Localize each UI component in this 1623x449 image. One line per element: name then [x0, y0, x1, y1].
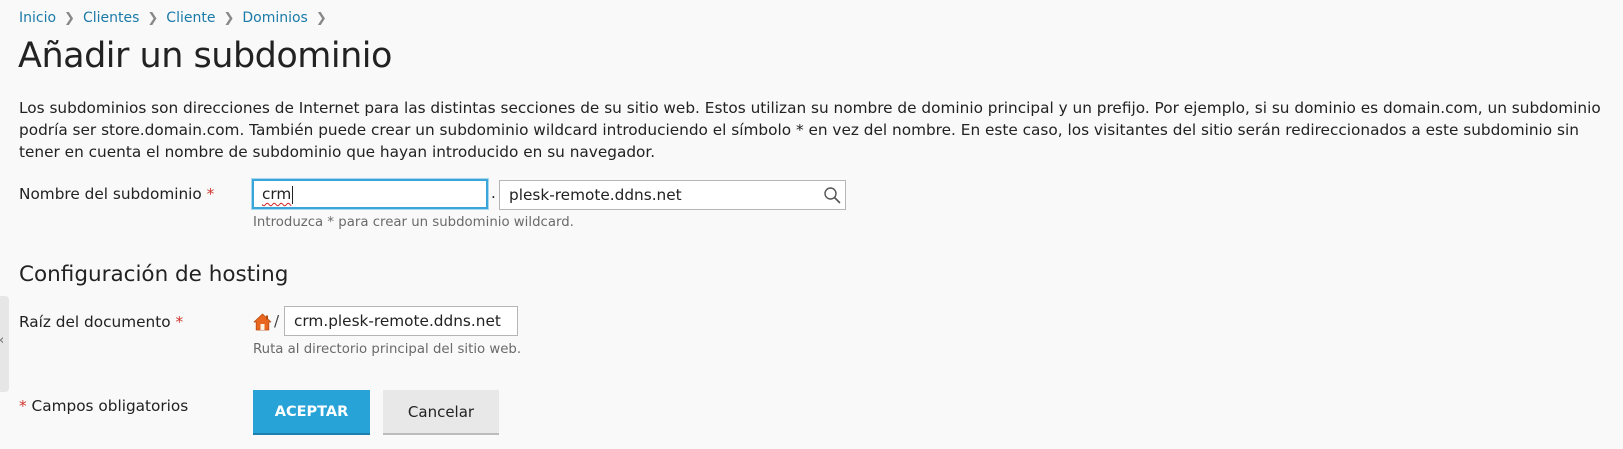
breadcrumb-item-clientes[interactable]: Clientes [83, 10, 139, 26]
breadcrumb-item-inicio[interactable]: Inicio [19, 10, 56, 26]
docroot-label: Raíz del documento * [19, 313, 183, 331]
cancel-button[interactable]: Cancelar [383, 390, 499, 433]
docroot-label-text: Raíz del documento [19, 313, 171, 331]
required-fields-note: * Campos obligatorios [19, 397, 188, 415]
required-fields-note-text: Campos obligatorios [31, 397, 189, 415]
docroot-hint: Ruta al directorio principal del sitio w… [253, 342, 522, 357]
parent-domain-select[interactable]: plesk-remote.ddns.net [499, 180, 846, 210]
chevron-right-icon: ❯ [147, 11, 159, 26]
page-description: Los subdominios son direcciones de Inter… [19, 99, 1601, 161]
required-marker: * [19, 397, 27, 415]
path-separator: / [274, 312, 280, 330]
required-marker: * [175, 313, 184, 331]
home-icon [253, 313, 272, 331]
docroot-input[interactable]: crm.plesk-remote.ddns.net [284, 306, 518, 336]
chevron-right-icon: ❯ [315, 11, 327, 26]
page: ‹ Inicio ❯ Clientes ❯ Cliente ❯ Dominios ❯ Añad… [0, 0, 1623, 449]
search-icon[interactable] [823, 186, 841, 204]
text-cursor [292, 185, 294, 204]
chevron-left-icon: ‹ [0, 333, 4, 348]
required-marker: * [206, 185, 215, 203]
subdomain-name-input[interactable]: crm [252, 179, 488, 209]
subdomain-name-label-text: Nombre del subdominio [19, 185, 202, 203]
subdomain-name-value: crm [262, 185, 292, 203]
chevron-right-icon: ❯ [64, 11, 75, 26]
chevron-right-icon: ❯ [223, 11, 235, 26]
sidebar-collapse-handle[interactable]: ‹ [0, 296, 9, 392]
breadcrumb-item-dominios[interactable]: Dominios [242, 10, 308, 26]
parent-domain-value: plesk-remote.ddns.net [509, 186, 682, 204]
subdomain-name-label: Nombre del subdominio * [19, 185, 214, 203]
hosting-section-title: Configuración de hosting [19, 262, 289, 287]
breadcrumb-item-cliente[interactable]: Cliente [166, 10, 215, 26]
page-title: Añadir un subdominio [18, 36, 392, 76]
breadcrumb: Inicio ❯ Clientes ❯ Cliente ❯ Dominios ❯ [19, 10, 335, 26]
domain-separator: . [491, 184, 496, 202]
ok-button[interactable]: ACEPTAR [253, 390, 370, 433]
docroot-value: crm.plesk-remote.ddns.net [294, 312, 501, 330]
subdomain-hint: Introduzca * para crear un subdominio wi… [253, 215, 574, 230]
